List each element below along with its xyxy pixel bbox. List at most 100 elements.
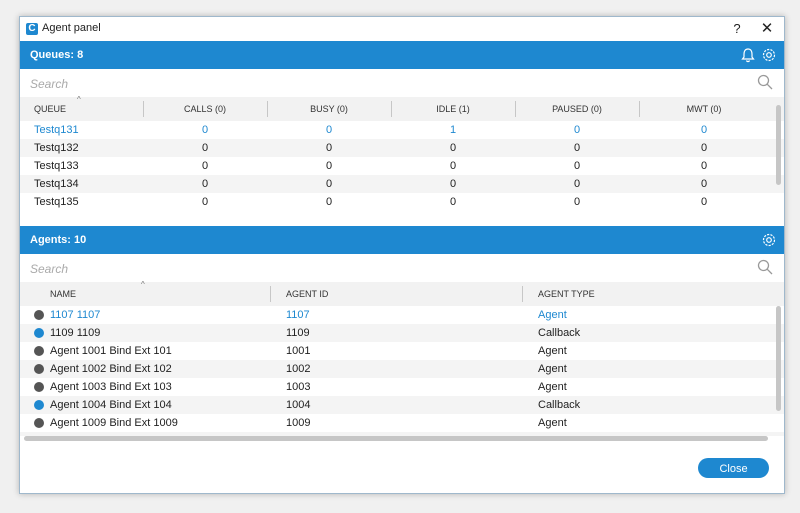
agent-type-cell: Agent [538, 309, 567, 321]
agent-id-cell: 1002 [286, 363, 311, 375]
column-header-mwt[interactable]: MWT (0) [639, 97, 769, 121]
table-row[interactable]: 1107 1107 1107 Agent [20, 306, 784, 324]
queue-name-cell[interactable]: Testq132 [34, 139, 144, 157]
agent-id-cell: 1001 [286, 345, 311, 357]
agent-name-cell[interactable]: 1107 1107 [50, 306, 270, 324]
table-row[interactable]: Agent 1001 Bind Ext 101 1001 Agent [20, 342, 784, 360]
search-icon[interactable] [757, 259, 773, 275]
paused-cell: 0 [573, 124, 581, 136]
agents-header-bar: Agents: 10 [20, 226, 784, 254]
mwt-cell: 0 [700, 196, 708, 208]
column-header-name[interactable]: NAME [50, 282, 250, 306]
table-row[interactable]: Agent 1002 Bind Ext 102 1002 Agent [20, 360, 784, 378]
help-button[interactable]: ? [728, 20, 746, 38]
queues-vertical-scrollbar[interactable] [776, 105, 781, 185]
queues-header-bar: Queues: 8 [20, 41, 784, 69]
agent-id-cell: 1009 [286, 417, 311, 429]
paused-cell: 0 [573, 160, 581, 172]
idle-cell: 1 [449, 124, 457, 136]
agent-name-cell[interactable]: Agent 1009 Bind Ext 1009 [50, 414, 270, 432]
agents-horizontal-scrollbar[interactable] [24, 436, 768, 441]
column-header-agent-type[interactable]: AGENT TYPE [522, 282, 772, 306]
calls-cell: 0 [201, 178, 209, 190]
paused-cell: 0 [573, 178, 581, 190]
window-title: Agent panel [42, 22, 101, 34]
idle-cell: 0 [449, 178, 457, 190]
agent-id-cell: 1109 [286, 327, 310, 339]
busy-cell: 0 [325, 196, 333, 208]
table-row[interactable]: Testq131 0 0 1 0 0 [20, 121, 784, 139]
table-row[interactable]: Agent 1004 Bind Ext 104 1004 Callback [20, 396, 784, 414]
idle-cell: 0 [449, 142, 457, 154]
agent-name-cell[interactable]: Agent 1003 Bind Ext 103 [50, 378, 270, 396]
queue-name-cell[interactable]: Testq135 [34, 193, 144, 211]
agent-id-cell: 1003 [286, 381, 311, 393]
agent-panel-window: C Agent panel ? ✕ Queues: 8 ^ QUEUE CALL… [19, 16, 785, 494]
calls-cell: 0 [201, 124, 209, 136]
table-row[interactable]: 1109 1109 1109 Callback [20, 324, 784, 342]
agent-name-cell[interactable]: 1109 1109 [50, 324, 270, 342]
mwt-cell: 0 [700, 178, 708, 190]
agent-type-cell: Agent [538, 381, 567, 393]
agent-type-cell: Agent [538, 363, 567, 375]
queue-name-cell[interactable]: Testq133 [34, 157, 144, 175]
busy-cell: 0 [325, 160, 333, 172]
paused-cell: 0 [573, 142, 581, 154]
status-dot-icon [34, 400, 44, 410]
table-row[interactable]: Testq132 0 0 0 0 0 [20, 139, 784, 157]
paused-cell: 0 [573, 196, 581, 208]
agent-id-cell: 1004 [286, 399, 311, 411]
queues-count-title: Queues: 8 [30, 49, 84, 61]
column-header-agent-id[interactable]: AGENT ID [270, 282, 520, 306]
queues-search-input[interactable] [28, 73, 732, 95]
calls-cell: 0 [201, 142, 209, 154]
window-close-button[interactable]: ✕ [758, 20, 776, 38]
table-row[interactable]: Agent 1003 Bind Ext 103 1003 Agent [20, 378, 784, 396]
bell-icon[interactable] [739, 46, 757, 64]
agents-table-header: ^ NAME AGENT ID AGENT TYPE [20, 280, 784, 306]
table-row[interactable]: Testq135 0 0 0 0 0 [20, 193, 784, 211]
busy-cell: 0 [325, 124, 333, 136]
agent-name-cell[interactable]: Agent 1004 Bind Ext 104 [50, 396, 270, 414]
queues-search-row [20, 69, 784, 97]
status-dot-icon [34, 328, 44, 338]
agents-search-row [20, 254, 784, 282]
column-header-calls[interactable]: CALLS (0) [143, 97, 267, 121]
app-logo-icon: C [26, 23, 38, 35]
status-dot-icon [34, 418, 44, 428]
queues-table-header: ^ QUEUE CALLS (0) BUSY (0) IDLE (1) PAUS… [20, 95, 784, 121]
column-header-paused[interactable]: PAUSED (0) [515, 97, 639, 121]
calls-cell: 0 [201, 160, 209, 172]
idle-cell: 0 [449, 160, 457, 172]
table-row[interactable]: Testq134 0 0 0 0 0 [20, 175, 784, 193]
status-dot-icon [34, 382, 44, 392]
calls-cell: 0 [201, 196, 209, 208]
column-header-busy[interactable]: BUSY (0) [267, 97, 391, 121]
agents-search-input[interactable] [28, 258, 732, 280]
agent-type-cell: Agent [538, 345, 567, 357]
queues-settings-gear-icon[interactable] [760, 46, 778, 64]
queue-name-cell[interactable]: Testq134 [34, 175, 144, 193]
queues-table-body: Testq131 0 0 1 0 0 Testq132 0 0 0 0 0 Te… [20, 105, 784, 226]
agent-name-cell[interactable]: Agent 1001 Bind Ext 101 [50, 342, 270, 360]
queue-name-cell[interactable]: Testq131 [34, 121, 144, 139]
mwt-cell: 0 [700, 124, 708, 136]
busy-cell: 0 [325, 142, 333, 154]
mwt-cell: 0 [700, 142, 708, 154]
agent-type-cell: Callback [538, 327, 581, 339]
busy-cell: 0 [325, 178, 333, 190]
table-row[interactable]: Testq133 0 0 0 0 0 [20, 157, 784, 175]
column-header-queue[interactable]: QUEUE [34, 97, 134, 121]
table-row[interactable]: Agent 1009 Bind Ext 1009 1009 Agent [20, 414, 784, 432]
status-dot-icon [34, 310, 44, 320]
title-bar: C Agent panel ? ✕ [20, 17, 784, 41]
close-button[interactable]: Close [698, 458, 769, 478]
agent-name-cell[interactable]: Agent 1002 Bind Ext 102 [50, 360, 270, 378]
search-icon[interactable] [757, 74, 773, 90]
agents-settings-gear-icon[interactable] [760, 231, 778, 249]
agent-type-cell: Callback [538, 399, 581, 411]
agents-vertical-scrollbar[interactable] [776, 306, 781, 411]
mwt-cell: 0 [700, 160, 708, 172]
agent-type-cell: Agent [538, 417, 567, 429]
column-header-idle[interactable]: IDLE (1) [391, 97, 515, 121]
